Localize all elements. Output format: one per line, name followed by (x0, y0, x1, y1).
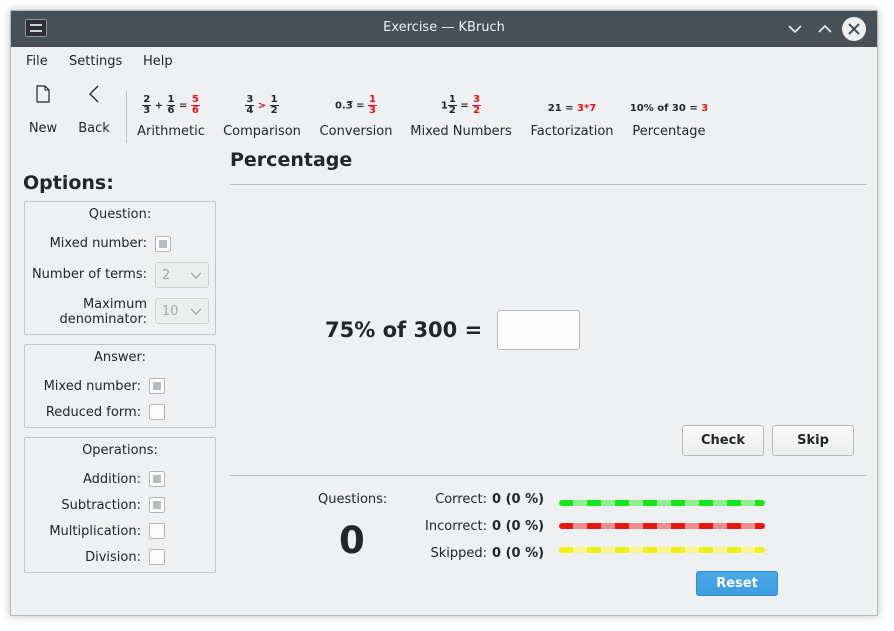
menu-bar: File Settings Help (11, 47, 877, 75)
subtraction-checkbox[interactable] (149, 497, 165, 513)
stats-divider (230, 475, 867, 476)
mixed-numbers-label: Mixed Numbers (410, 124, 512, 139)
window-title: Exercise — KBruch (383, 20, 505, 35)
max-denominator-label-2: denominator: (59, 312, 147, 327)
factorization-label: Factorization (530, 124, 614, 139)
answer-mixed-number-label: Mixed number: (43, 379, 141, 394)
questions-count: 0 (339, 519, 365, 562)
tool-percentage[interactable]: 10% of 30 = 3 Percentage (628, 75, 710, 139)
percentage-icon: 10% of 30 = 3 (629, 103, 709, 114)
check-button[interactable]: Check (682, 425, 764, 456)
app-window: Exercise — KBruch File Settings Help New… (10, 10, 878, 616)
skip-button[interactable]: Skip (772, 425, 854, 456)
subtraction-label: Subtraction: (61, 498, 141, 513)
menu-file[interactable]: File (26, 54, 48, 69)
new-button[interactable]: New (23, 75, 63, 137)
title-bar: Exercise — KBruch (11, 11, 877, 47)
menu-settings[interactable]: Settings (69, 54, 122, 69)
correct-label: Correct: (435, 492, 487, 507)
question-mixed-number-checkbox[interactable] (155, 236, 171, 252)
max-denominator-label-1: Maximum (82, 297, 147, 312)
incorrect-label: Incorrect: (425, 519, 487, 534)
operations-options-group: Operations: Addition: Subtraction: Multi… (24, 437, 216, 573)
back-button[interactable]: Back (73, 75, 115, 137)
questions-label: Questions: (318, 492, 388, 507)
tool-conversion[interactable]: 0.3̅ = 13 Conversion (315, 75, 397, 140)
answer-options-group: Answer: Mixed number: Reduced form: (24, 344, 216, 428)
mixed-numbers-icon: 112 = 32 (440, 94, 482, 116)
correct-progress-bar (559, 500, 765, 506)
menu-help[interactable]: Help (143, 54, 173, 69)
question-mixed-number-label: Mixed number: (49, 236, 147, 251)
correct-value: 0 (0 %) (492, 492, 545, 507)
question-options-group: Question: Mixed number: Number of terms:… (24, 201, 216, 335)
close-icon (848, 23, 860, 35)
conversion-label: Conversion (319, 124, 393, 139)
skipped-progress-bar (559, 547, 765, 553)
multiplication-checkbox[interactable] (149, 523, 165, 539)
answer-input[interactable] (497, 310, 580, 350)
toolbar: New Back 23 + 16 = 56 Arithmetic 34 > 12 (11, 75, 877, 143)
tool-factorization[interactable]: 21 = 3*7 Factorization (526, 75, 618, 139)
title-divider (230, 184, 867, 185)
skipped-label: Skipped: (430, 546, 487, 561)
multiplication-label: Multiplication: (49, 524, 141, 539)
reduced-form-checkbox[interactable] (149, 404, 165, 420)
toolbar-separator (126, 91, 127, 143)
back-arrow-icon (89, 85, 99, 103)
reduced-form-label: Reduced form: (45, 405, 141, 420)
close-button[interactable] (842, 17, 866, 41)
incorrect-value: 0 (0 %) (492, 519, 545, 534)
division-checkbox[interactable] (149, 549, 165, 565)
answer-group-title: Answer: (93, 350, 147, 365)
tool-arithmetic[interactable]: 23 + 16 = 56 Arithmetic (135, 75, 207, 140)
answer-mixed-number-checkbox[interactable] (149, 378, 165, 394)
reset-button[interactable]: Reset (696, 571, 778, 596)
tool-mixed-numbers[interactable]: 112 = 32 Mixed Numbers (408, 75, 514, 140)
max-denominator-select[interactable]: 10 (155, 298, 209, 324)
chevron-up-icon (818, 24, 832, 33)
factorization-icon: 21 = 3*7 (547, 103, 597, 114)
new-label: New (28, 121, 58, 136)
exercise-question: 75% of 300 = (325, 318, 483, 342)
chevron-down-icon (190, 272, 202, 279)
number-of-terms-select[interactable]: 2 (155, 262, 209, 288)
division-label: Division: (85, 550, 141, 565)
options-title: Options: (23, 172, 114, 194)
addition-checkbox[interactable] (149, 471, 165, 487)
percentage-label: Percentage (632, 124, 706, 139)
conversion-icon: 0.3̅ = 13 (334, 94, 378, 116)
comparison-icon: 34 > 12 (245, 94, 279, 116)
minimize-button[interactable] (783, 17, 807, 41)
skipped-value: 0 (0 %) (492, 546, 545, 561)
incorrect-progress-bar (559, 523, 765, 529)
addition-label: Addition: (82, 472, 141, 487)
question-group-title: Question: (88, 207, 152, 222)
operations-group-title: Operations: (82, 443, 158, 458)
tool-comparison[interactable]: 34 > 12 Comparison (221, 75, 303, 140)
chevron-down-icon (788, 25, 802, 34)
back-label: Back (78, 121, 110, 136)
maximize-button[interactable] (813, 17, 837, 41)
chevron-down-icon (190, 308, 202, 315)
arithmetic-icon: 23 + 16 = 56 (142, 94, 200, 116)
comparison-label: Comparison (223, 124, 301, 139)
number-of-terms-label: Number of terms: (31, 267, 147, 282)
exercise-title: Percentage (230, 149, 353, 171)
arithmetic-label: Arithmetic (137, 124, 205, 139)
new-document-icon (36, 85, 50, 103)
